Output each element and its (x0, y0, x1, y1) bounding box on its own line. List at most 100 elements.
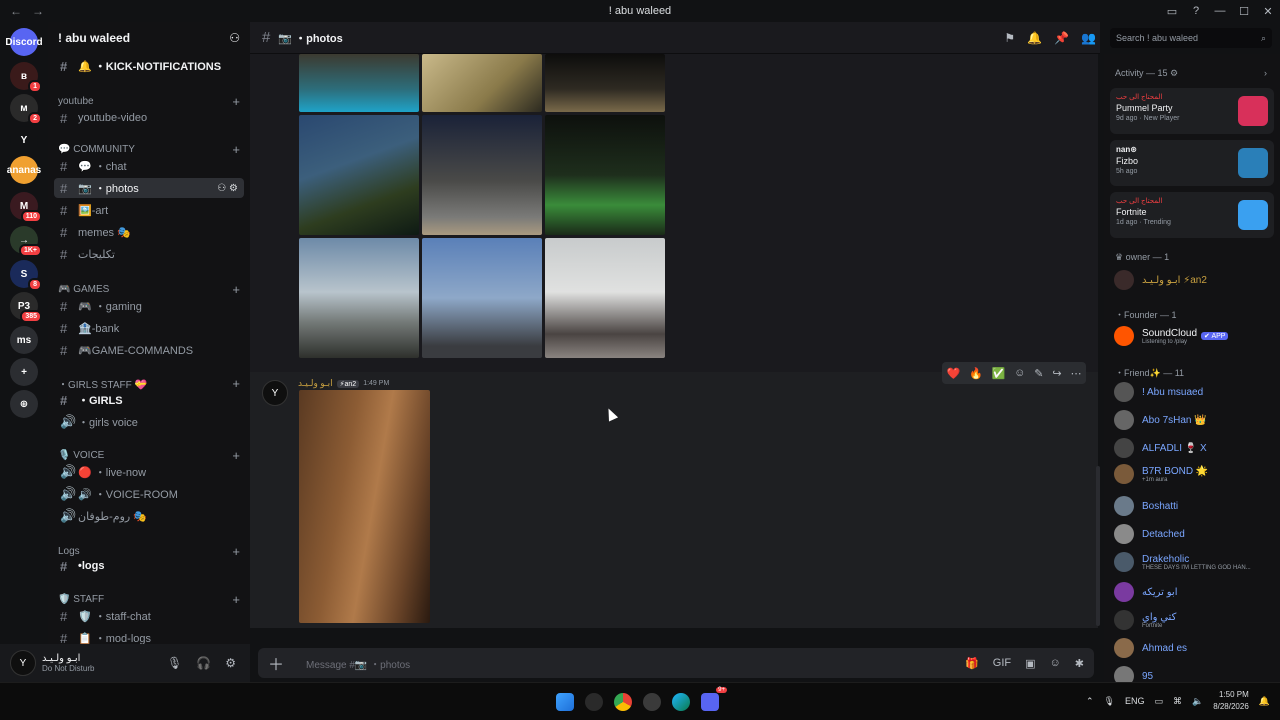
volume-icon[interactable]: 🔈 (1192, 696, 1203, 707)
text-channel[interactable]: # memes 🎭 (54, 222, 244, 242)
gif-icon[interactable]: GIF (993, 657, 1011, 670)
notification-icon[interactable]: 🔔 (1259, 696, 1270, 707)
add-channel-icon[interactable]: + (232, 282, 240, 297)
add-member-icon[interactable]: ⚇ (229, 31, 240, 45)
help-icon[interactable]: ? (1184, 5, 1208, 17)
close-icon[interactable]: ✕ (1256, 5, 1280, 18)
server-icon[interactable]: ⊕ (10, 390, 38, 418)
text-channel[interactable]: # 🎮GAME-COMMANDS (54, 340, 244, 360)
server-icon[interactable]: M 110 (10, 192, 42, 223)
text-channel[interactable]: # 📷 ・photos ⚇ ⚙ (54, 178, 244, 198)
member-item[interactable]: Drakeholic THESE DAYS I'M LETTING GOD HAN… (1114, 550, 1274, 574)
channel-category[interactable]: ・GIRLS STAFF 💝 + (58, 376, 240, 391)
photo-attachment[interactable] (299, 238, 419, 358)
text-channel[interactable]: # تكليجات (54, 244, 244, 264)
voice-channel[interactable]: 🔊 🔊 ・VOICE-ROOM (54, 484, 244, 504)
voice-channel[interactable]: 🔊 ・girls voice (54, 412, 244, 432)
text-channel[interactable]: # 🏦-bank (54, 318, 244, 338)
windows-start-icon[interactable] (556, 693, 574, 711)
member-item[interactable]: Detached (1114, 522, 1274, 546)
text-channel[interactable]: # 💬 ・chat (54, 156, 244, 176)
display-icon[interactable]: ▭ (1154, 696, 1163, 707)
member-item[interactable]: B7R BOND 🌟 +1m aura (1114, 462, 1274, 486)
member-list-icon[interactable]: 👥 (1081, 31, 1096, 45)
channel-category[interactable]: 🎮 GAMES + (58, 282, 240, 297)
voice-channel[interactable]: 🔊 روم-طوفان 🎭 (54, 506, 244, 526)
inbox-icon[interactable]: ▭ (1160, 5, 1184, 18)
emoji-icon[interactable]: ☺ (1050, 657, 1061, 670)
pin-icon[interactable]: 📌 (1054, 31, 1069, 45)
bell-icon[interactable]: 🔔 (1027, 31, 1042, 45)
text-channel[interactable]: # youtube-video (54, 108, 244, 128)
activity-card[interactable]: nan⊛ Fizbo 5h ago (1110, 140, 1274, 186)
server-icon[interactable]: + (10, 358, 38, 386)
message-author[interactable]: ابـو ولـيـد (298, 378, 333, 389)
server-icon[interactable]: → 1K+ (10, 226, 42, 257)
add-attachment-icon[interactable]: ＋ (268, 651, 292, 675)
server-icon[interactable]: ms (10, 326, 38, 354)
channel-settings-icon[interactable]: ⚇ ⚙ (217, 183, 238, 194)
minimize-icon[interactable]: — (1208, 5, 1232, 17)
add-channel-icon[interactable]: + (232, 592, 240, 607)
obs-icon[interactable] (643, 693, 661, 711)
message-composer[interactable]: ＋ Message #📷 ・photos 🎁 GIF ▣ ☺ ✱ (258, 648, 1094, 678)
message-action-icon[interactable]: ✎ (1034, 367, 1043, 380)
text-channel[interactable]: # ・GIRLS (54, 390, 244, 410)
member-item[interactable]: 95 (1114, 664, 1274, 682)
maximize-icon[interactable]: ☐ (1232, 5, 1256, 18)
user-avatar[interactable]: Y (10, 650, 36, 676)
sticker-icon[interactable]: ▣ (1025, 657, 1035, 670)
add-channel-icon[interactable]: + (232, 448, 240, 463)
photo-attachment[interactable] (545, 115, 665, 235)
server-icon[interactable]: P3 385 (10, 292, 42, 323)
server-icon[interactable]: ʙ1 (10, 62, 42, 93)
member-item[interactable]: ابو تريكه (1114, 580, 1274, 604)
server-icon[interactable]: ᴍ2 (10, 94, 42, 125)
message-avatar[interactable]: Y (262, 380, 288, 406)
message-action-icon[interactable]: ☺ (1014, 367, 1025, 379)
text-channel[interactable]: # 🎮 ・gaming (54, 296, 244, 316)
activity-card[interactable]: المحتاج الى حب Fortnite 1d ago · Trending (1110, 192, 1274, 238)
text-channel[interactable]: # •logs (54, 556, 244, 576)
text-channel[interactable]: # 🔔 ・KICK-NOTIFICATIONS (54, 56, 244, 76)
server-header[interactable]: ! abu waleed ⚇ (48, 22, 250, 54)
message-action-icon[interactable]: ✅ (992, 367, 1006, 380)
member-item[interactable]: ! Abu msuaed (1114, 380, 1274, 404)
member-item[interactable]: Ahmad es (1114, 636, 1274, 660)
mic-tray-icon[interactable]: 🎙 (1104, 696, 1115, 707)
photo-attachment[interactable] (299, 115, 419, 235)
photo-attachment[interactable] (299, 54, 419, 112)
member-item[interactable]: Boshatti (1114, 494, 1274, 518)
photo-attachment[interactable] (545, 54, 665, 112)
threads-icon[interactable]: ⚑ (1004, 31, 1015, 45)
network-icon[interactable]: ⌘ (1173, 696, 1182, 707)
activity-card[interactable]: المحتاج الى حب Pummel Party 9d ago · New P… (1110, 88, 1274, 134)
member-item[interactable]: كتي واي Fortnite (1114, 608, 1274, 632)
gift-icon[interactable]: 🎁 (965, 657, 979, 670)
chrome-icon[interactable] (614, 693, 632, 711)
message-action-icon[interactable]: ❤️ (946, 367, 960, 380)
add-channel-icon[interactable]: + (232, 376, 240, 391)
member-item[interactable]: Abo 7sHan 👑 (1114, 408, 1274, 432)
apps-icon[interactable]: ✱ (1075, 657, 1084, 670)
add-channel-icon[interactable]: + (232, 142, 240, 157)
chat-scrollbar[interactable] (1096, 466, 1100, 626)
lang-indicator[interactable]: ENG (1125, 696, 1145, 706)
server-icon[interactable]: Y (10, 126, 38, 154)
photo-attachment[interactable] (422, 115, 542, 235)
channel-category[interactable]: 🛡️ STAFF + (58, 592, 240, 607)
mic-icon[interactable]: 🎙 (167, 656, 182, 670)
server-icon[interactable]: Discord (5, 28, 43, 56)
photo-attachment[interactable] (545, 238, 665, 358)
settings-gear-icon[interactable]: ⚙ (225, 656, 236, 670)
photo-attachment[interactable] (422, 54, 542, 112)
discord-taskbar-icon[interactable]: 9+ (701, 687, 727, 711)
text-channel[interactable]: # 📋 ・mod-logs (54, 628, 244, 645)
channel-category[interactable]: 💬 COMMUNITY + (58, 142, 240, 157)
text-channel[interactable]: # 🛡️ ・staff-chat (54, 606, 244, 626)
member-item[interactable]: ابـو ولـيـد ⚡an2 (1114, 268, 1274, 292)
edge-icon[interactable] (672, 693, 690, 711)
message-row[interactable]: Y ابـو ولـيـد ⚡an2 1:49 PM (250, 372, 1098, 628)
search-input[interactable]: Search ! abu waleed ⌕ (1110, 28, 1272, 48)
server-icon[interactable]: ananas (7, 156, 41, 184)
